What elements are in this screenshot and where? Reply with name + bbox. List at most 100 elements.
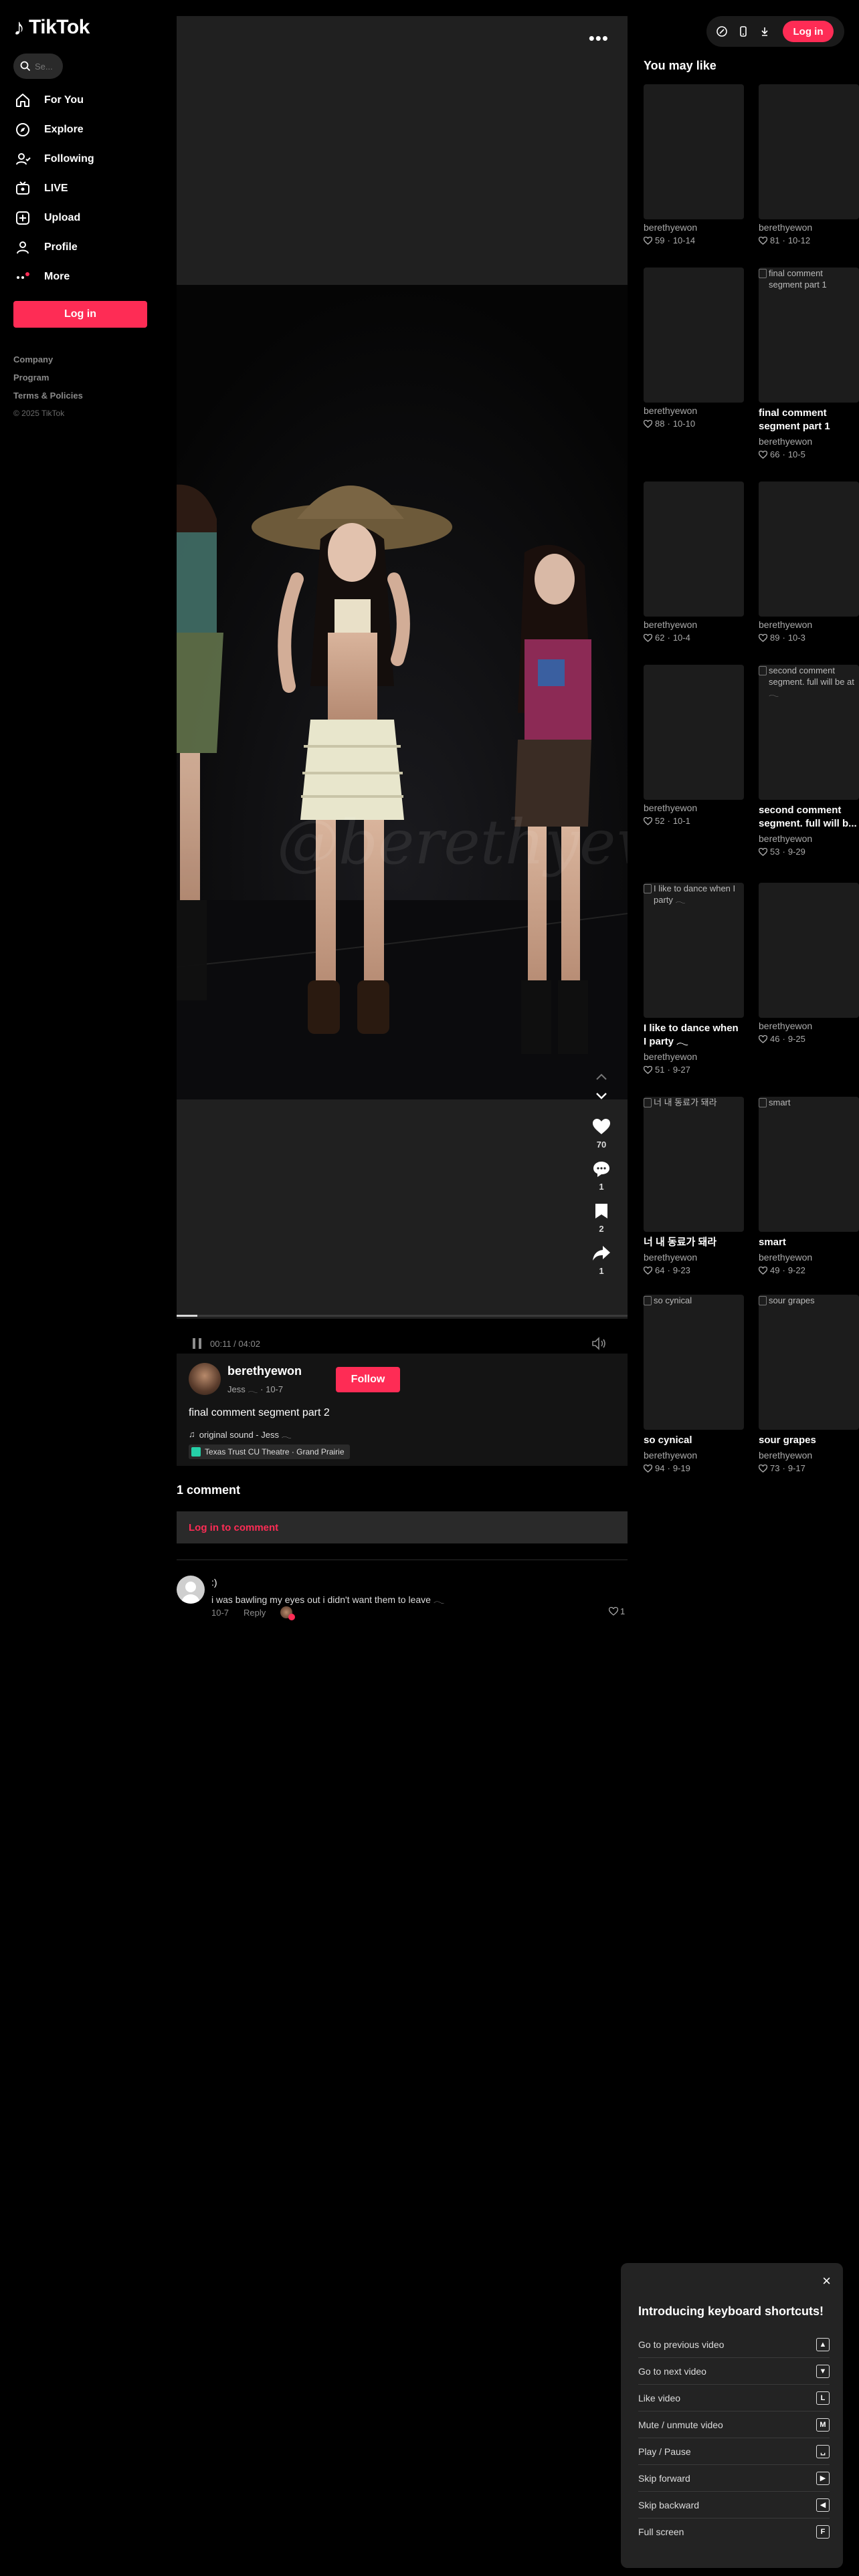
nav-item-more[interactable]: More — [13, 262, 154, 292]
video-thumbnail[interactable] — [759, 481, 859, 617]
footer-company-link[interactable]: Company — [13, 354, 83, 372]
commenter-avatar[interactable] — [177, 1576, 205, 1604]
card-title[interactable]: second comment segment. full will b... — [759, 804, 859, 831]
download-icon[interactable] — [757, 24, 772, 39]
nav-item-for-you[interactable]: For You — [13, 86, 154, 115]
video-thumbnail[interactable] — [644, 267, 744, 403]
video-thumbnail[interactable] — [644, 665, 744, 800]
location-tag[interactable]: Texas Trust CU Theatre · Grand Prairie — [189, 1444, 350, 1459]
video-thumbnail[interactable] — [759, 883, 859, 1018]
video-thumbnail[interactable]: I like to dance when I party 𓂃 — [644, 883, 744, 1018]
previous-video-button[interactable] — [595, 1073, 608, 1082]
card-like-count: 66 — [770, 449, 780, 459]
video-thumbnail[interactable]: 너 내 동료가 돼라 — [644, 1097, 744, 1232]
tiktok-studio-icon[interactable] — [714, 24, 729, 39]
video-thumbnail[interactable] — [644, 84, 744, 219]
author-avatar[interactable] — [189, 1363, 221, 1395]
card-title[interactable]: final comment segment part 1 — [759, 407, 859, 433]
card-username[interactable]: berethyewon — [644, 1450, 744, 1461]
shortcut-row: Play / Pause ␣ — [638, 2438, 830, 2465]
get-app-icon[interactable] — [736, 24, 751, 39]
card-username[interactable]: berethyewon — [759, 222, 859, 233]
card-username[interactable]: berethyewon — [759, 1252, 859, 1263]
video-progress-bar[interactable] — [177, 1315, 628, 1317]
sidebar-login-button[interactable]: Log in — [13, 301, 147, 328]
next-video-button[interactable] — [595, 1091, 608, 1101]
recommended-video-card[interactable]: berethyewon 89 · 10-3 — [759, 481, 859, 643]
author-username[interactable]: berethyewon — [227, 1364, 302, 1378]
video-player[interactable]: ••• @berethye 70 1 2 1 00:11 / 04:02 — [177, 16, 628, 1350]
card-username[interactable]: berethyewon — [759, 1450, 859, 1461]
recommended-video-card[interactable]: so cynical so cynical berethyewon 94 · 9-19 — [644, 1295, 744, 1473]
tiktok-logo[interactable]: ♪ TikTok — [13, 16, 90, 39]
nav-item-profile[interactable]: Profile — [13, 233, 154, 262]
video-thumbnail[interactable] — [759, 84, 859, 219]
recommended-video-card[interactable]: 너 내 동료가 돼라 너 내 동료가 돼라 berethyewon 64 · 9-23 — [644, 1097, 744, 1275]
nav-item-following[interactable]: Following — [13, 144, 154, 174]
search-box[interactable] — [13, 53, 63, 79]
video-thumbnail[interactable]: smart — [759, 1097, 859, 1232]
recommended-video-card[interactable]: berethyewon 62 · 10-4 — [644, 481, 744, 643]
more-options-icon[interactable]: ••• — [589, 29, 609, 47]
video-thumbnail[interactable] — [644, 481, 744, 617]
card-title[interactable]: 너 내 동료가 돼라 — [644, 1236, 744, 1249]
video-frame[interactable]: @berethyewon — [177, 285, 628, 1099]
login-to-comment-button[interactable]: Log in to comment — [177, 1511, 628, 1543]
share-button[interactable]: 1 — [592, 1245, 611, 1276]
save-button[interactable]: 2 — [593, 1202, 609, 1234]
recommended-video-card[interactable]: I like to dance when I party 𓂃 I like to … — [644, 883, 744, 1075]
recommended-video-card[interactable]: berethyewon 88 · 10-10 — [644, 267, 744, 429]
commenter-username[interactable]: :) — [211, 1577, 217, 1588]
card-username[interactable]: berethyewon — [759, 1021, 859, 1031]
card-username[interactable]: berethyewon — [759, 619, 859, 630]
like-button[interactable]: 70 — [592, 1118, 611, 1150]
nav-item-upload[interactable]: Upload — [13, 203, 154, 233]
comment-button[interactable]: 1 — [592, 1160, 611, 1192]
nav-item-live[interactable]: LIVE — [13, 174, 154, 203]
card-username[interactable]: berethyewon — [644, 1051, 744, 1062]
reply-button[interactable]: Reply — [244, 1608, 266, 1618]
card-title[interactable]: sour grapes — [759, 1434, 859, 1447]
shortcut-row: Go to next video ▼ — [638, 2358, 830, 2385]
video-thumbnail[interactable]: sour grapes — [759, 1295, 859, 1430]
recommended-video-card[interactable]: second comment segment. full will be at … — [759, 665, 859, 857]
card-username[interactable]: berethyewon — [759, 436, 859, 447]
video-thumbnail[interactable]: final comment segment part 1 — [759, 267, 859, 403]
card-username[interactable]: berethyewon — [644, 802, 744, 813]
nav-item-explore[interactable]: Explore — [13, 115, 154, 144]
search-input[interactable] — [35, 61, 58, 72]
recommended-video-card[interactable]: smart smart berethyewon 49 · 9-22 — [759, 1097, 859, 1275]
recommended-video-card[interactable]: sour grapes sour grapes berethyewon 73 · 9-17 — [759, 1295, 859, 1473]
card-title[interactable]: smart — [759, 1236, 859, 1249]
footer-program-link[interactable]: Program — [13, 372, 83, 391]
card-username[interactable]: berethyewon — [644, 405, 744, 416]
comment-like-count: 1 — [620, 1606, 626, 1616]
shortcut-row: Mute / unmute video M — [638, 2411, 830, 2438]
recommended-video-card[interactable]: final comment segment part 1 final commen… — [759, 267, 859, 459]
recommended-video-card[interactable]: berethyewon 59 · 10-14 — [644, 84, 744, 245]
card-meta: 64 · 9-23 — [644, 1265, 744, 1275]
heart-outline-icon — [759, 450, 767, 459]
card-title[interactable]: I like to dance when I party 𓂃 — [644, 1022, 744, 1049]
card-username[interactable]: berethyewon — [644, 619, 744, 630]
recommended-video-card[interactable]: berethyewon 46 · 9-25 — [759, 883, 859, 1044]
card-username[interactable]: berethyewon — [759, 833, 859, 844]
card-title[interactable]: so cynical — [644, 1434, 744, 1447]
top-login-button[interactable]: Log in — [783, 21, 834, 42]
card-username[interactable]: berethyewon — [644, 1252, 744, 1263]
sound-link[interactable]: ♫ original sound - Jess 𓂃 — [189, 1427, 292, 1441]
recommended-video-card[interactable]: berethyewon 81 · 10-12 — [759, 84, 859, 245]
video-thumbnail[interactable]: second comment segment. full will be at … — [759, 665, 859, 800]
video-thumbnail[interactable]: so cynical — [644, 1295, 744, 1430]
close-icon[interactable]: × — [822, 2274, 831, 2288]
card-like-count: 53 — [770, 847, 780, 857]
pause-icon[interactable] — [191, 1337, 203, 1350]
comment-date: 10-7 — [211, 1607, 229, 1618]
footer-terms-link[interactable]: Terms & Policies — [13, 391, 83, 409]
follow-button[interactable]: Follow — [336, 1367, 400, 1392]
compass-icon — [13, 120, 32, 139]
card-username[interactable]: berethyewon — [644, 222, 744, 233]
comment-like-button[interactable]: 1 — [609, 1606, 625, 1616]
volume-button[interactable] — [591, 1337, 607, 1354]
recommended-video-card[interactable]: berethyewon 52 · 10-1 — [644, 665, 744, 826]
